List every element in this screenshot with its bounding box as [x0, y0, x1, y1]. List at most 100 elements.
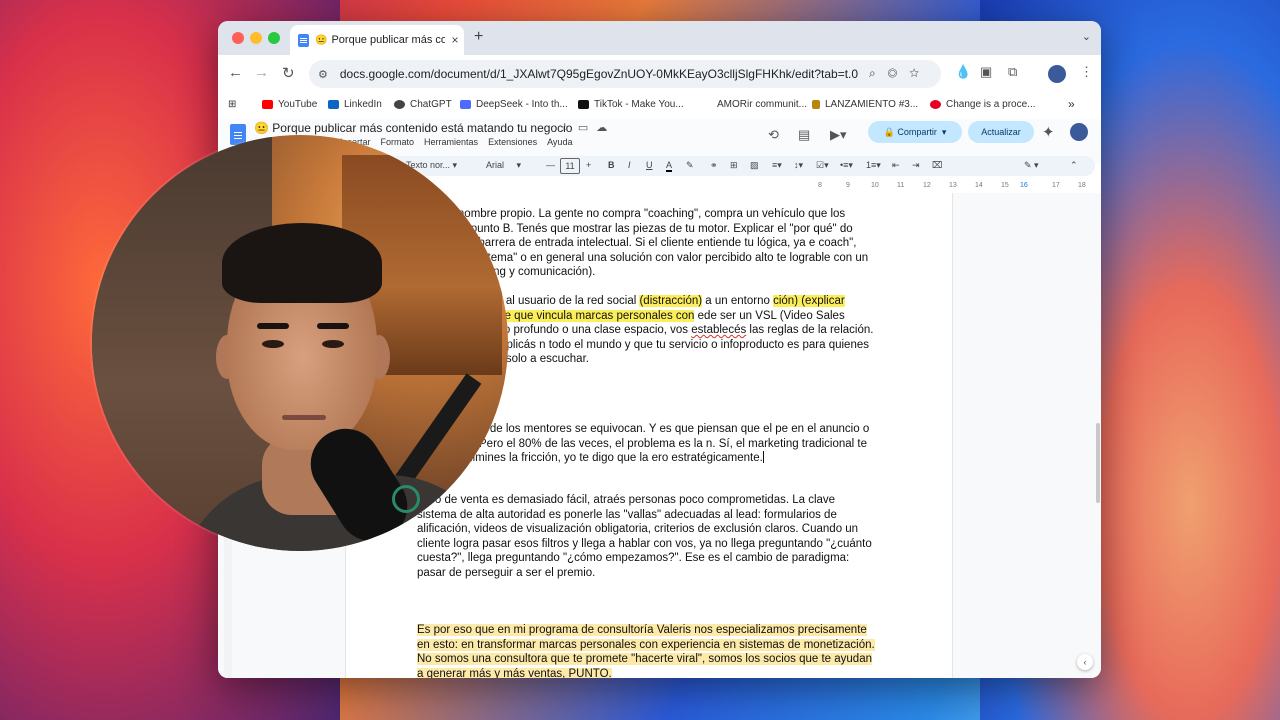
bookmark-tiktok[interactable]: TikTok - Make You...: [578, 99, 684, 110]
zoom-icon[interactable]: ⌕: [869, 66, 888, 80]
highlighted-text: Es por eso que en mi programa de consult…: [417, 624, 875, 678]
bold-icon[interactable]: B: [608, 160, 615, 170]
share-button[interactable]: 🔒 Compartir ▾: [868, 121, 962, 143]
docs-icon: [298, 33, 309, 47]
menu-herramientas[interactable]: Herramientas: [424, 137, 478, 147]
numbered-list-icon[interactable]: 1≡▾: [866, 160, 881, 171]
docs-account-avatar[interactable]: [1070, 123, 1088, 141]
maximize-window-button[interactable]: [268, 32, 280, 44]
url-text: docs.google.com/document/d/1_JXAlwt7Q95g…: [339, 67, 859, 81]
person-eye: [322, 340, 344, 348]
minimize-window-button[interactable]: [250, 32, 262, 44]
bookmark-pinterest[interactable]: Change is a proce...: [930, 99, 1036, 110]
bookmark-star-icon[interactable]: ☆: [909, 66, 931, 80]
paragraph-5[interactable]: Es por eso que en mi programa de consult…: [417, 623, 875, 678]
bookmark-youtube[interactable]: YouTube: [262, 99, 317, 110]
highlight-color-icon[interactable]: ✎: [686, 160, 694, 171]
menu-extensiones[interactable]: Extensiones: [488, 137, 537, 147]
lens-icon[interactable]: ◎: [888, 66, 910, 80]
person-brow: [257, 323, 289, 329]
hourglass-icon: [812, 100, 820, 109]
ruler-number: 13: [949, 182, 957, 189]
italic-icon[interactable]: I: [628, 160, 631, 170]
webcam-overlay: [92, 135, 508, 551]
move-folder-icon[interactable]: ▭: [578, 122, 596, 134]
site-settings-icon[interactable]: ⚙: [318, 68, 328, 81]
forward-icon[interactable]: →: [254, 64, 269, 81]
ruler-number: 8: [818, 182, 822, 189]
apps-grid-icon[interactable]: ⊞: [228, 99, 236, 110]
side-panel-toggle-icon[interactable]: ‹: [1077, 654, 1093, 670]
ruler-number: 11: [897, 182, 905, 189]
bookmark-amorir[interactable]: AMORir communit...: [696, 99, 807, 110]
version-history-icon[interactable]: ⟲: [768, 127, 779, 143]
document-title[interactable]: 😐 Porque publicar más contenido está mat…: [254, 121, 572, 135]
person-brow: [317, 323, 349, 329]
navigation-bar: ← → ↻ ⚙ docs.google.com/document/d/1_JXA…: [218, 55, 1101, 93]
extension-image-icon[interactable]: ▣: [980, 64, 992, 80]
clear-formatting-icon[interactable]: ⌧: [932, 160, 942, 171]
ruler-number: 14: [975, 182, 983, 189]
highlighted-text: (distracción): [639, 295, 703, 307]
tab-search-icon[interactable]: ⌄: [1082, 30, 1091, 43]
address-bar[interactable]: ⚙ docs.google.com/document/d/1_JXAlwt7Q9…: [309, 60, 941, 88]
browser-tab[interactable]: 😐 Porque publicar más conte ×: [290, 25, 464, 55]
browser-menu-icon[interactable]: ⋮: [1080, 64, 1093, 80]
back-icon[interactable]: ←: [228, 64, 243, 81]
gemini-sparkle-icon[interactable]: ✦: [1042, 123, 1055, 141]
menu-ayuda[interactable]: Ayuda: [547, 137, 572, 147]
comments-icon[interactable]: ▤: [798, 127, 810, 143]
omnibox-actions: ⌕◎☆: [869, 66, 931, 81]
ruler-number: 18: [1078, 182, 1086, 189]
cloud-saved-icon: ☁: [596, 122, 616, 134]
bookmark-lanzamiento[interactable]: LANZAMIENTO #3...: [812, 99, 918, 110]
line-spacing-icon[interactable]: ↕▾: [794, 160, 803, 171]
bookmark-linkedin[interactable]: LinkedIn: [328, 99, 382, 110]
decrease-indent-icon[interactable]: ⇤: [892, 160, 900, 171]
font-size-input[interactable]: 11: [560, 158, 580, 174]
close-window-button[interactable]: [232, 32, 244, 44]
star-icon[interactable]: ☆: [560, 122, 578, 134]
extensions-puzzle-icon[interactable]: ⧉: [1008, 64, 1017, 80]
extension-drop-icon[interactable]: 💧: [955, 64, 971, 80]
checklist-icon[interactable]: ☑▾: [816, 160, 829, 171]
bookmark-label: ChatGPT: [410, 99, 452, 110]
pinterest-icon: [930, 100, 941, 109]
meet-icon[interactable]: ▶▾: [830, 127, 847, 143]
add-comment-icon[interactable]: ⊞: [730, 160, 738, 171]
spellcheck-word[interactable]: establecés: [691, 324, 746, 336]
underline-icon[interactable]: U: [646, 160, 653, 170]
bookmark-chatgpt[interactable]: ChatGPT: [394, 99, 452, 110]
reload-icon[interactable]: ↻: [282, 64, 295, 82]
new-tab-button[interactable]: +: [474, 28, 483, 46]
youtube-icon: [262, 100, 273, 109]
bookmark-label: LinkedIn: [344, 99, 382, 110]
align-icon[interactable]: ≡▾: [772, 160, 782, 171]
tiktok-icon: [578, 100, 589, 109]
insert-link-icon[interactable]: ⚭: [710, 160, 718, 171]
amorir-icon: [696, 100, 712, 109]
profile-avatar[interactable]: [1048, 65, 1066, 83]
menu-formato[interactable]: Formato: [381, 137, 415, 147]
editing-mode-icon[interactable]: ✎ ▾: [1024, 160, 1039, 171]
bookmark-label: Change is a proce...: [946, 99, 1036, 110]
update-button[interactable]: Actualizar: [968, 121, 1034, 143]
hide-menus-icon[interactable]: ⌃: [1070, 160, 1078, 171]
scrollbar-thumb[interactable]: [1096, 423, 1100, 503]
increase-font-icon[interactable]: +: [586, 160, 591, 170]
person-hair: [222, 223, 382, 303]
bookmarks-bar: ⊞ YouTube LinkedIn ChatGPT DeepSeek - In…: [218, 93, 1101, 119]
microphone-ring: [392, 485, 420, 513]
bookmark-label: LANZAMIENTO #3...: [825, 99, 919, 110]
bookmark-label: TikTok - Make You...: [594, 99, 684, 110]
close-tab-icon[interactable]: ×: [451, 33, 458, 47]
insert-image-icon[interactable]: ▨: [750, 160, 759, 171]
bulleted-list-icon[interactable]: •≡▾: [840, 160, 853, 171]
bookmark-deepseek[interactable]: DeepSeek - Into th...: [460, 99, 568, 110]
increase-indent-icon[interactable]: ⇥: [912, 160, 920, 171]
bookmarks-overflow-icon[interactable]: »: [1068, 97, 1075, 111]
share-dropdown-icon[interactable]: ▾: [937, 127, 947, 138]
text-run: a un entorno: [702, 295, 774, 307]
text-color-icon[interactable]: A: [666, 160, 673, 172]
decrease-font-icon[interactable]: —: [546, 160, 555, 170]
